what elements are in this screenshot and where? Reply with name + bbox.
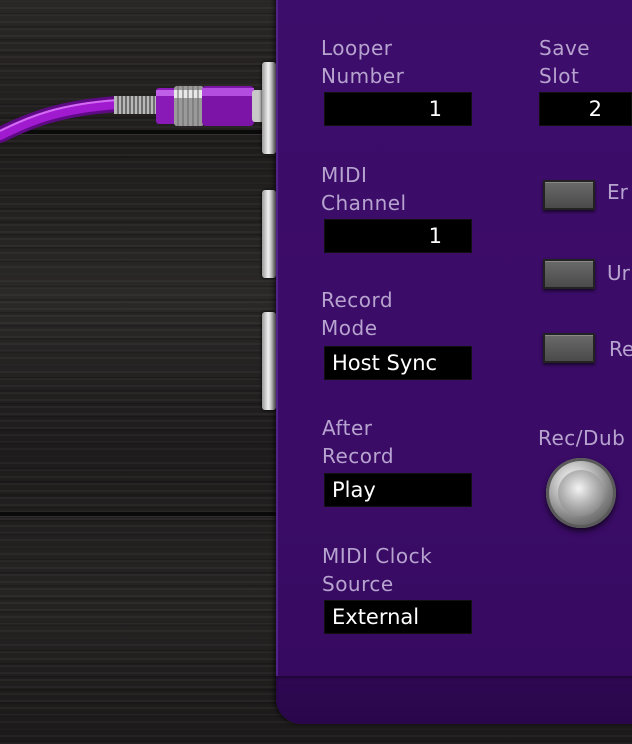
rec-dub-label: Rec/Dub xyxy=(538,426,626,450)
record-mode-label: Record Mode xyxy=(321,288,394,340)
midi-channel-field[interactable]: 1 xyxy=(324,219,472,253)
midi-clock-source-label: MIDI Clock Source xyxy=(322,544,433,596)
save-slot-field[interactable]: 2 xyxy=(539,92,632,126)
undo-button-label: Ur xyxy=(607,261,630,285)
midi-channel-label: MIDI Channel xyxy=(321,163,407,215)
undo-button[interactable] xyxy=(543,259,595,289)
record-mode-field[interactable]: Host Sync xyxy=(324,346,472,380)
redo-button-label: Re xyxy=(609,337,632,361)
plug-strain-relief xyxy=(114,96,158,114)
save-slot-label: Save Slot xyxy=(539,36,591,88)
looper-number-field[interactable]: 1 xyxy=(324,92,472,126)
after-record-label: After Record xyxy=(322,416,395,468)
erase-button-label: Er xyxy=(607,180,628,204)
after-record-field[interactable]: Play xyxy=(324,473,472,507)
output-jack[interactable] xyxy=(262,312,276,410)
input-jack[interactable] xyxy=(262,62,276,154)
rec-dub-footswitch[interactable] xyxy=(546,458,616,528)
midi-clock-source-field[interactable]: External xyxy=(324,600,472,634)
erase-button[interactable] xyxy=(543,180,595,210)
looper-number-label: Looper Number xyxy=(321,36,405,88)
audio-cable xyxy=(0,86,266,143)
redo-button[interactable] xyxy=(543,333,595,363)
midi-jack[interactable] xyxy=(262,190,276,278)
panel-bottom-lip xyxy=(276,676,632,724)
